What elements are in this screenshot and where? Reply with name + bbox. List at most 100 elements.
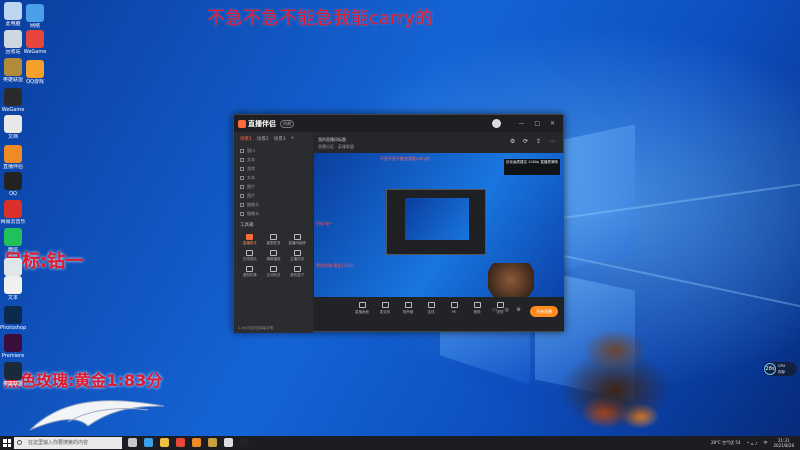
start-button[interactable] — [3, 439, 11, 447]
search-icon — [17, 440, 22, 445]
control-tool[interactable]: PK — [446, 302, 462, 315]
control-tool[interactable]: 美颜 — [469, 302, 485, 315]
control-tool[interactable]: 扬声器 — [400, 302, 416, 315]
tab-scene-2[interactable]: 场景2 — [257, 136, 269, 142]
eye-icon[interactable] — [240, 166, 244, 171]
tool-icon — [246, 266, 254, 272]
taskbar-app-live-companion[interactable] — [192, 438, 201, 447]
eye-icon[interactable] — [240, 211, 244, 216]
desktop-icon-glyph — [4, 145, 22, 163]
source-item[interactable]: 图片 — [234, 191, 313, 200]
tab-scene-1[interactable]: 场景1 — [240, 136, 252, 142]
source-item[interactable]: 游戏 — [234, 164, 313, 173]
tray-icons[interactable]: ^ ⌂ ♪ — [746, 441, 757, 446]
eye-icon[interactable] — [240, 202, 244, 207]
taskbar-apps — [128, 438, 249, 447]
control-tool[interactable]: 连线 — [423, 302, 439, 315]
app-titlebar[interactable]: 直播伴侣 内测 — □ ✕ — [234, 115, 563, 132]
taskbar-app-edge[interactable] — [144, 438, 153, 447]
source-item-label: 窗口 — [247, 147, 255, 153]
toolbox-item[interactable]: 互动玩法 — [262, 264, 286, 278]
desktop-icon[interactable]: QQ — [0, 172, 26, 197]
tool-icon — [269, 250, 277, 256]
start-logo-tile — [3, 439, 7, 443]
tool-label: 互动玩法 — [266, 273, 281, 277]
source-item[interactable]: 窗口 — [234, 146, 313, 155]
desktop-icon[interactable]: QQ游戏 — [22, 60, 48, 85]
eye-icon[interactable] — [240, 175, 244, 180]
toolbox-item[interactable]: 音效盒子 — [285, 264, 309, 278]
source-item-label: 摄像头 — [247, 210, 259, 216]
scene-tabs: 场景1 场景2 场景3 + — [234, 132, 313, 146]
panel-footer[interactable]: & 水印及防挡弹幕说明 — [238, 326, 273, 331]
eye-icon[interactable] — [240, 193, 244, 198]
room-title[interactable]: 我的直播间标题 — [318, 137, 346, 143]
room-action-icons[interactable]: ⚙ ⟳ ⇪ ⋯ — [510, 138, 558, 145]
toolbox-item[interactable]: 在线观众 — [238, 248, 262, 262]
toolbox-item[interactable]: 星图任务 — [262, 232, 286, 246]
taskbar-date: 2021/8/28 — [773, 443, 794, 448]
eye-icon[interactable] — [240, 148, 244, 153]
tool-label: 主播任务 — [290, 257, 305, 261]
source-item-label: 游戏 — [247, 165, 255, 171]
source-item[interactable]: 摄像头 — [234, 209, 313, 218]
toolbox-item[interactable]: 弹幕播报 — [262, 248, 286, 262]
control-tool-icon — [404, 302, 412, 308]
taskbar-app-explorer[interactable] — [160, 438, 169, 447]
taskbar-clock[interactable]: 21:31 2021/8/28 — [773, 438, 794, 448]
taskbar-app-league[interactable] — [208, 438, 217, 447]
tab-scene-3[interactable]: 场景3 — [274, 136, 286, 142]
toolbox-item[interactable]: 虚拟形象 — [238, 264, 262, 278]
taskbar-app-qq[interactable] — [240, 438, 249, 447]
source-item[interactable]: 摄像头 — [234, 200, 313, 209]
control-side-icons[interactable]: ▭ ◎ ⚙ — [492, 307, 524, 313]
source-item[interactable]: 文本 — [234, 155, 313, 164]
taskbar: 在这里输入你要搜索的内容 28°C 空气优 54 ^ ⌂ ♪ 中 21:31 2… — [0, 436, 800, 450]
system-monitor-widget[interactable]: 28s CPU 内存 — [763, 362, 797, 376]
control-tool[interactable]: 麦克风 — [377, 302, 393, 315]
stream-preview[interactable]: 不急不急不能急我能carry的 优化画质建议 1080p 直播更清晰 目标:钻一… — [314, 153, 564, 311]
desktop-icon[interactable]: WeGame — [0, 88, 26, 113]
desktop-icon[interactable]: 文档 — [0, 115, 26, 140]
taskbar-app-chrome[interactable] — [176, 438, 185, 447]
weather-widget[interactable]: 28°C 空气优 54 — [711, 440, 741, 446]
control-tool-label: 直播画面 — [355, 310, 369, 314]
eye-icon[interactable] — [240, 184, 244, 189]
desktop-icon[interactable]: 网易云音乐 — [0, 200, 26, 225]
desktop-icon[interactable]: 英雄联盟 — [0, 362, 26, 387]
source-item[interactable]: 图片 — [234, 182, 313, 191]
add-scene-button[interactable]: + — [291, 136, 295, 142]
start-logo-tile — [3, 443, 7, 447]
taskbar-search-box[interactable]: 在这里输入你要搜索的内容 — [14, 437, 122, 449]
source-item[interactable]: 文本 — [234, 173, 313, 182]
ime-indicator[interactable]: 中 — [763, 440, 767, 446]
desktop-icon[interactable]: Premiere — [0, 334, 26, 359]
control-tool[interactable]: 直播画面 — [354, 302, 370, 315]
monitor-labels: CPU 内存 — [778, 363, 785, 375]
toolbox-item[interactable]: 主播任务 — [285, 248, 309, 262]
room-category[interactable]: 直播分区 · 英雄联盟 — [318, 144, 354, 150]
desktop-icon[interactable]: 直播伴侣 — [0, 145, 26, 170]
desktop-icon[interactable]: 微信 — [0, 228, 26, 253]
taskbar-app-wegame[interactable] — [224, 438, 233, 447]
live-companion-window[interactable]: 直播伴侣 内测 — □ ✕ 场景1 场景2 场景3 + 窗口 文本 游戏 文本 图片 图片… — [233, 114, 564, 333]
taskbar-app-task-view[interactable] — [128, 438, 137, 447]
scene-panel: 场景1 场景2 场景3 + 窗口 文本 游戏 文本 图片 图片 摄像头 摄像头 工具箱 直播助… — [234, 132, 313, 333]
window-controls[interactable]: — □ ✕ — [518, 120, 559, 127]
tool-icon — [269, 266, 277, 272]
avatar[interactable] — [492, 119, 501, 128]
character-art — [540, 320, 690, 432]
preview-overlay-rank: 黑色玫瑰:黄金1:83分 — [316, 263, 355, 268]
desktop-icon[interactable]: WeGame — [22, 30, 48, 55]
app-logo: 直播伴侣 — [238, 119, 278, 128]
source-item-label: 图片 — [247, 183, 255, 189]
toolbox-item[interactable]: 直播间装修 — [285, 232, 309, 246]
start-live-button[interactable]: 开始直播 — [530, 306, 558, 317]
app-version-badge: 内测 — [280, 120, 294, 128]
toolbox-item[interactable]: 直播助手 — [238, 232, 262, 246]
desktop-icon[interactable]: Photoshop — [0, 306, 26, 331]
eye-icon[interactable] — [240, 157, 244, 162]
start-logo-tile — [7, 439, 11, 443]
desktop-icon[interactable]: 文本 — [0, 276, 26, 301]
desktop-icon[interactable]: 网络 — [22, 4, 48, 29]
